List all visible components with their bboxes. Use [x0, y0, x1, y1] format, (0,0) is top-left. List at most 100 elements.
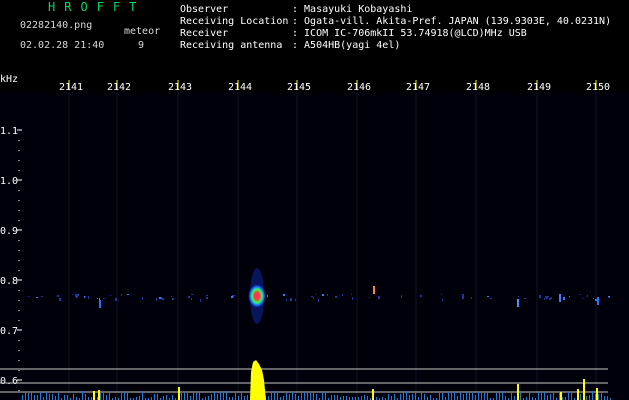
noise-dot — [103, 298, 105, 299]
signal-bar — [199, 393, 200, 400]
noise-dot — [539, 295, 541, 298]
signal-bar — [166, 395, 167, 400]
noise-dot — [335, 296, 337, 298]
signal-bar — [541, 392, 542, 400]
noise-dot — [115, 298, 117, 301]
signal-bar — [424, 394, 425, 400]
noise-dot — [322, 294, 324, 296]
signal-bar — [289, 394, 290, 400]
noise-dot — [191, 294, 193, 295]
y-tick-label: 0.9 — [0, 226, 18, 237]
signal-bar — [529, 392, 530, 400]
noise-dot — [88, 296, 89, 299]
signal-bar-peak — [560, 392, 562, 400]
signal-bar — [391, 396, 392, 400]
signal-bar — [604, 396, 605, 400]
signal-bar — [220, 392, 221, 400]
noise-dot — [206, 295, 208, 296]
noise-dot — [569, 296, 570, 297]
signal-bar — [34, 395, 35, 400]
signal-bar — [325, 391, 326, 400]
signal-bar — [592, 391, 593, 400]
y-minor-tick — [18, 390, 20, 391]
x-tick-label: 2147 — [406, 82, 430, 93]
noise-dot — [36, 297, 38, 298]
y-minor-tick — [18, 200, 20, 201]
signal-bar — [322, 392, 323, 400]
y-tick-label: 0.8 — [0, 276, 18, 287]
noise-dot — [595, 299, 597, 301]
signal-bar — [241, 392, 242, 400]
signal-bar — [49, 394, 50, 400]
signal-bar — [244, 396, 245, 400]
signal-bar — [226, 391, 227, 400]
signal-bar — [448, 392, 449, 400]
signal-bar-peak — [178, 387, 180, 400]
signal-bar — [334, 395, 335, 400]
y-minor-tick — [18, 160, 20, 161]
x-axis-labels: 2141 2142 2143 2144 2145 2146 2147 2148 2149 2150 — [59, 80, 610, 93]
signal-bar — [85, 394, 86, 400]
signal-bar — [343, 396, 344, 400]
signal-bar — [475, 395, 476, 400]
signal-bar — [538, 392, 539, 400]
noise-dot — [127, 294, 129, 295]
noise-dot — [295, 299, 296, 301]
noise-dot — [318, 299, 319, 302]
signal-bar — [421, 391, 422, 400]
noise-dot — [161, 298, 163, 300]
signal-bar — [403, 392, 404, 400]
noise-dot — [401, 295, 402, 298]
noise-dot — [72, 294, 73, 295]
signal-bar — [466, 392, 467, 400]
signal-bar — [454, 392, 455, 400]
signal-bar — [550, 394, 551, 400]
signal-bar — [451, 393, 452, 400]
y-tick-label: 1.0 — [0, 176, 18, 187]
noise-dot — [524, 298, 526, 299]
noise-dot — [420, 295, 422, 297]
signal-bar — [25, 391, 26, 400]
x-tick-label: 2150 — [586, 82, 610, 93]
signal-bar — [430, 395, 431, 400]
y-minor-tick — [18, 340, 20, 341]
signal-bar — [157, 394, 158, 400]
signal-bar — [571, 393, 572, 400]
y-minor-tick — [18, 320, 20, 321]
signal-bar — [412, 394, 413, 400]
signal-bar — [268, 396, 269, 400]
signal-bar — [568, 392, 569, 400]
noise-dot — [351, 294, 352, 295]
signal-bar — [142, 391, 143, 400]
y-minor-tick — [18, 220, 20, 221]
noise-dot — [267, 295, 268, 297]
signal-bar — [595, 394, 596, 400]
signal-bar-peak — [98, 390, 100, 400]
signal-bar — [277, 392, 278, 400]
y-minor-tick — [18, 360, 20, 361]
signal-bar — [64, 395, 65, 400]
noise-dot — [57, 295, 59, 297]
signal-bar — [457, 396, 458, 400]
spectrogram-plot: 1.11.00.90.80.70.6 2141 2142 2143 2144 2145 2… — [0, 80, 629, 400]
y-minor-tick — [18, 190, 20, 191]
signal-bar — [520, 391, 521, 400]
noise-streak — [597, 297, 599, 305]
noise-dot — [313, 297, 314, 299]
y-minor-tick — [18, 250, 20, 251]
noise-dot — [156, 298, 157, 301]
signal-bar — [598, 394, 599, 400]
noise-dot — [200, 299, 201, 302]
y-tick-label: 0.7 — [0, 326, 18, 337]
noise-dot — [487, 296, 489, 297]
signal-bar — [208, 396, 209, 400]
signal-bar — [121, 393, 122, 400]
signal-bar — [601, 392, 602, 400]
signal-bar — [484, 393, 485, 400]
signal-bar — [511, 392, 512, 400]
noise-dot — [342, 294, 343, 296]
signal-bar — [223, 391, 224, 400]
noise-dot — [587, 295, 588, 297]
noise-dot — [85, 296, 86, 297]
noise-dot — [518, 296, 519, 297]
